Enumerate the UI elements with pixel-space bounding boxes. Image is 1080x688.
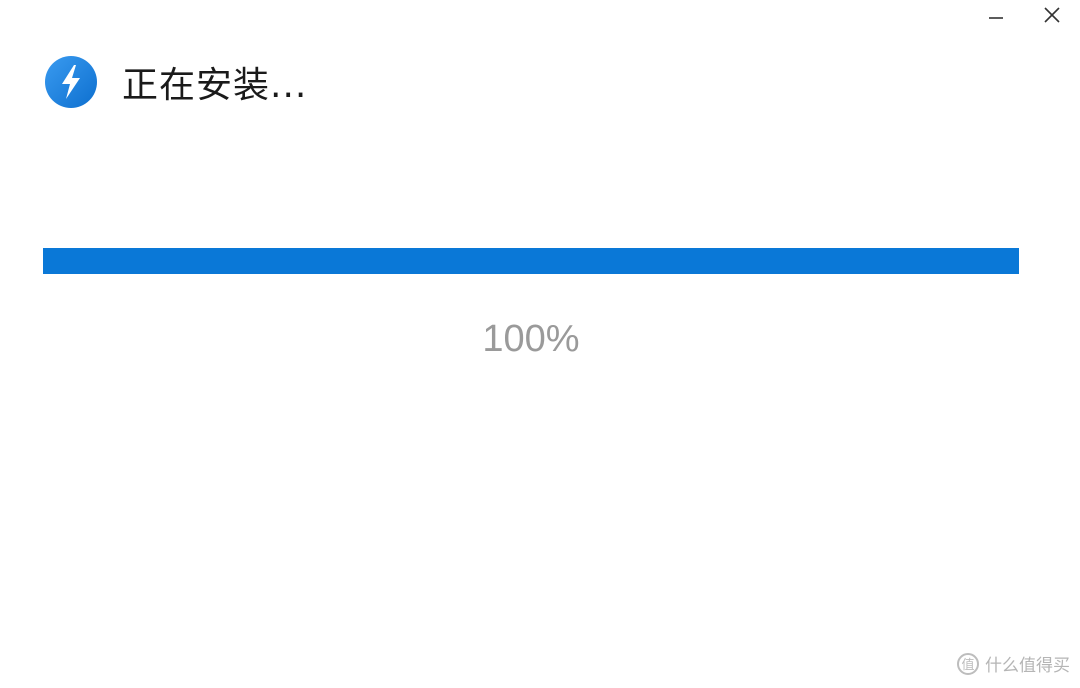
progress-fill [43, 248, 1019, 274]
page-title: 正在安装... [122, 65, 308, 106]
watermark-text: 什么值得买 [985, 656, 1070, 676]
installer-header: 正在安装... [44, 54, 307, 110]
window-controls [968, 0, 1080, 30]
progress-percent-label: 100% [482, 318, 580, 360]
close-button[interactable] [1024, 0, 1080, 30]
install-progress-bar [43, 248, 1019, 274]
watermark-logo-icon: 值 [957, 652, 979, 675]
minimize-icon [989, 17, 1003, 19]
minimize-button[interactable] [968, 0, 1024, 30]
close-icon [1044, 7, 1060, 23]
lightning-bolt-icon [45, 56, 97, 108]
installer-window: 正在安装... 100% 值 什么值得买 [0, 0, 1080, 688]
watermark: 值 什么值得买 [957, 651, 1070, 676]
